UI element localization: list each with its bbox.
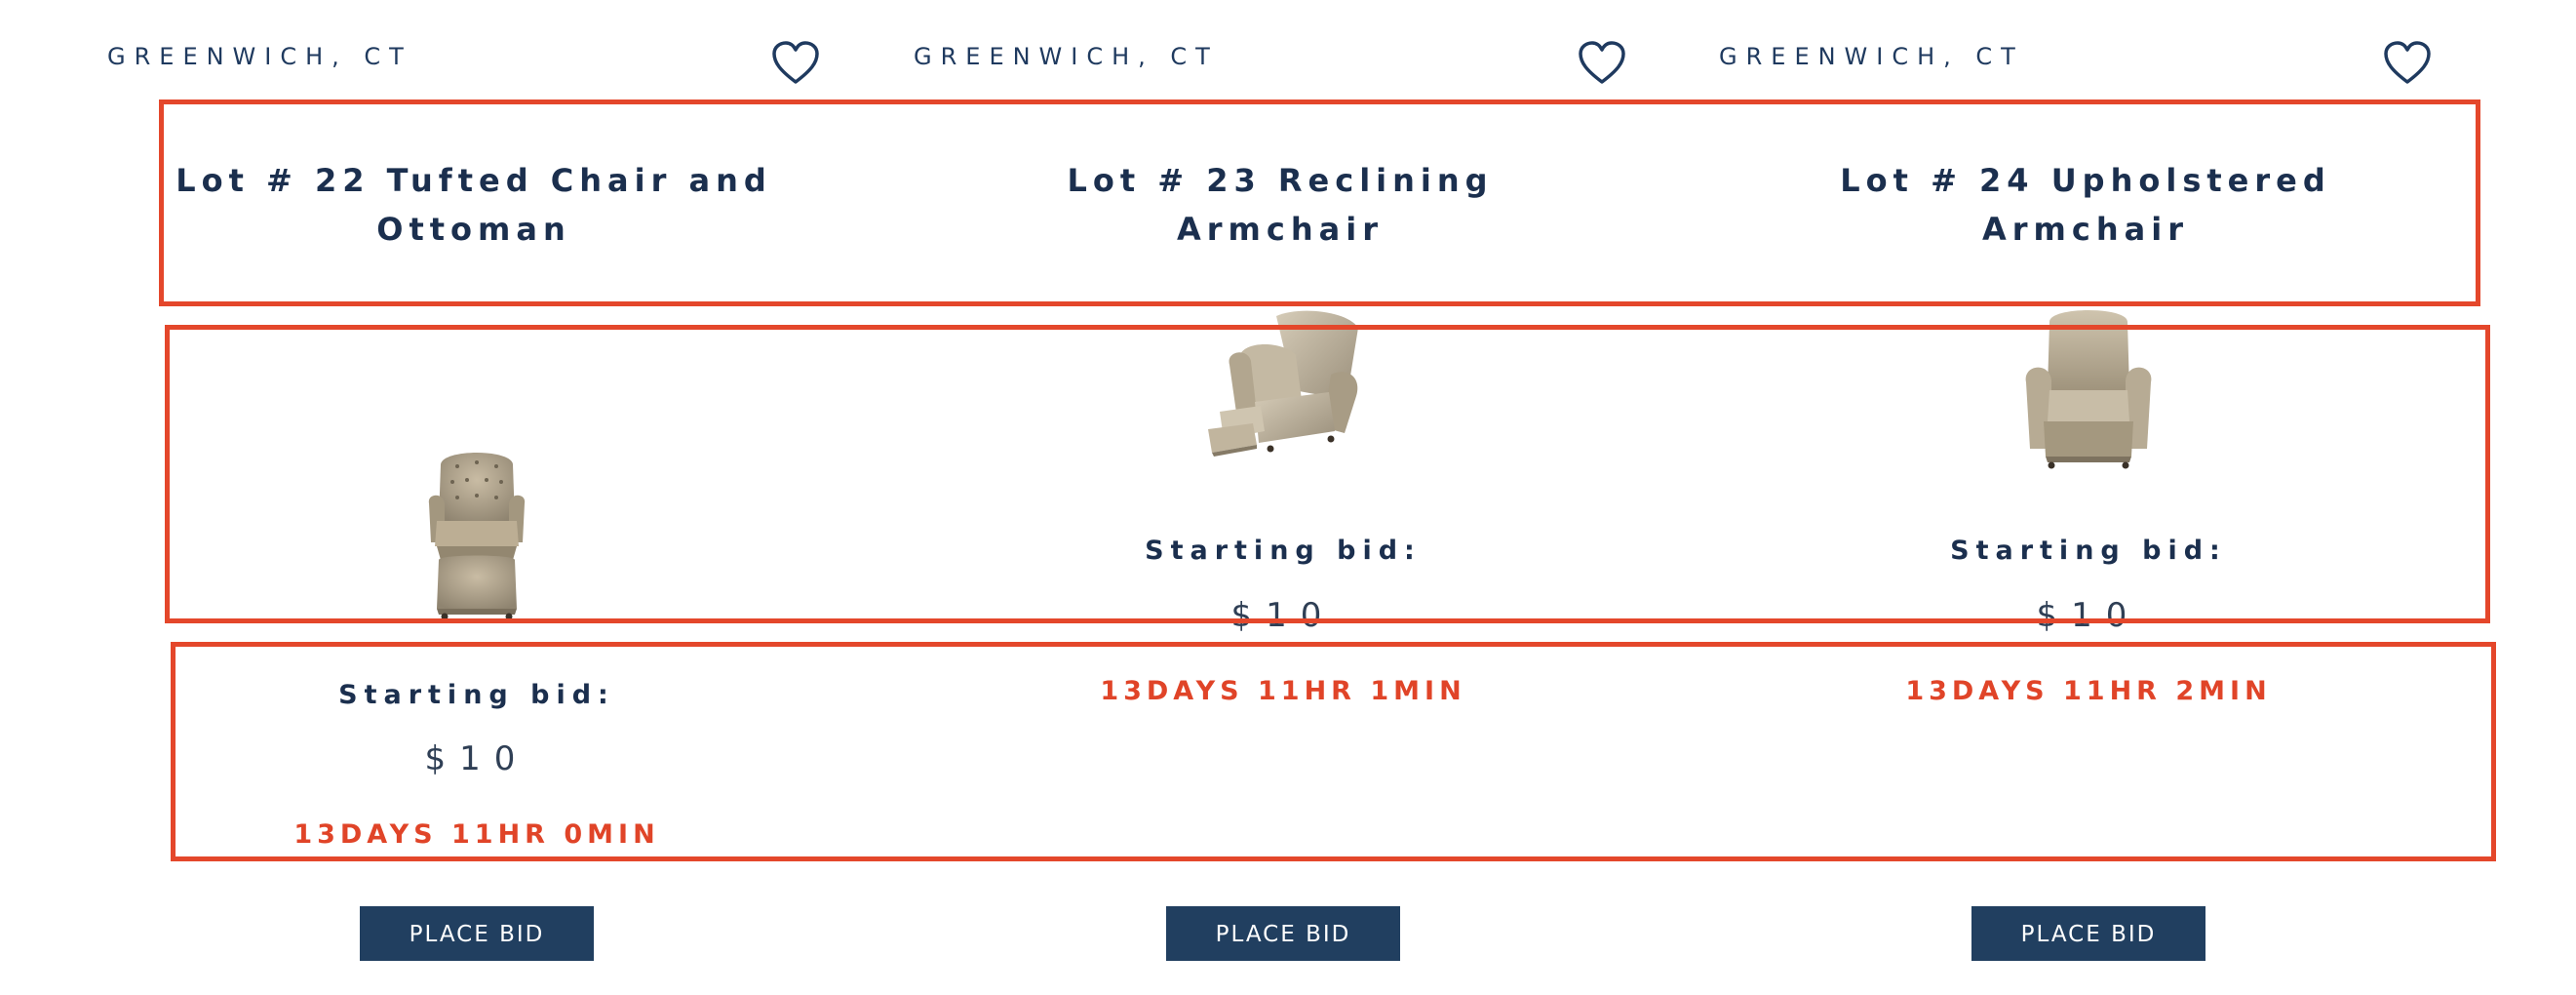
heart-icon[interactable] (2383, 39, 2432, 88)
place-bid-button[interactable]: PLACE BID (1166, 906, 1400, 961)
time-remaining: 13DAYS 11HR 0MIN (293, 819, 660, 850)
place-bid-button[interactable]: PLACE BID (1971, 906, 2205, 961)
lot-title[interactable]: Lot # 22 Tufted Chair and Ottoman (162, 156, 786, 254)
time-remaining: 13DAYS 11HR 1MIN (1100, 676, 1466, 706)
starting-bid-amount: $10 (424, 739, 529, 778)
auction-lots-page: GREENWICH, CT Lot # 22 Tufted Chair and … (0, 0, 2576, 995)
lot-location: GREENWICH, CT (107, 43, 412, 70)
time-remaining: 13DAYS 11HR 2MIN (1905, 676, 2272, 706)
lot-title[interactable]: Lot # 24 Upholstered Armchair (1774, 156, 2398, 254)
heart-icon[interactable] (771, 39, 820, 88)
lot-title[interactable]: Lot # 23 Reclining Armchair (968, 156, 1592, 254)
lot-location: GREENWICH, CT (1719, 43, 2024, 70)
starting-bid-label: Starting bid: (338, 680, 615, 710)
reclining-armchair-image[interactable] (1200, 306, 1366, 462)
lot-image[interactable] (880, 306, 1686, 462)
upholstered-armchair-image[interactable] (2020, 302, 2157, 473)
lot-card: GREENWICH, CT Lot # 24 Upholstered Armch… (1686, 0, 2491, 995)
lot-image[interactable] (1686, 302, 2491, 473)
starting-bid-label: Starting bid: (1950, 536, 2227, 566)
place-bid-button[interactable]: PLACE BID (360, 906, 594, 961)
tufted-chair-and-ottoman-image[interactable] (423, 445, 530, 620)
starting-bid-amount: $10 (1230, 596, 1336, 635)
lot-card: GREENWICH, CT Lot # 23 Reclining Armchai… (880, 0, 1686, 995)
lot-card: GREENWICH, CT Lot # 22 Tufted Chair and … (74, 0, 879, 995)
lot-image[interactable] (74, 445, 879, 620)
starting-bid-label: Starting bid: (1145, 536, 1422, 566)
heart-icon[interactable] (1578, 39, 1626, 88)
lot-location: GREENWICH, CT (914, 43, 1219, 70)
starting-bid-amount: $10 (2036, 596, 2141, 635)
